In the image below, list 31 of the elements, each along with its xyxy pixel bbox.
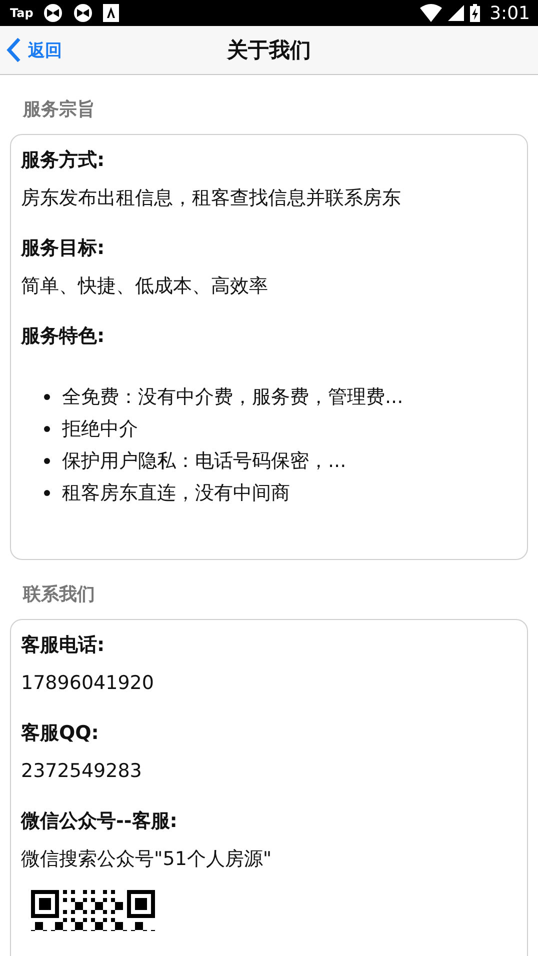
section-title: 服务宗旨 [22, 98, 96, 122]
back-button[interactable]: 返回 [6, 37, 62, 63]
section-title: 联系我们 [22, 583, 96, 607]
field-label: 服务目标: [21, 236, 106, 261]
field-label: 微信公众号--客服: [21, 809, 178, 834]
field-label: 客服QQ: [21, 721, 100, 746]
bullet-icon [44, 394, 50, 400]
list-item: 租客房东直连，没有中间商 [62, 481, 290, 506]
field-value: 2372549283 [21, 759, 143, 784]
app-label: Tap [10, 6, 34, 20]
list-item: 全免费：没有中介费，服务费，管理费... [62, 385, 404, 410]
notification-icon [103, 4, 120, 22]
bullet-icon [44, 458, 50, 464]
field-label: 服务特色: [21, 324, 106, 349]
field-value: 简单、快捷、低成本、高效率 [21, 274, 269, 299]
bullet-icon [44, 426, 50, 432]
list-item: 保护用户隐私：电话号码保密，... [62, 449, 346, 474]
list-item: 拒绝中介 [62, 417, 138, 442]
field-label: 客服电话: [21, 633, 106, 658]
field-value: 微信搜索公众号"51个人房源" [21, 847, 273, 872]
qr-code-icon [31, 890, 155, 931]
chevron-left-icon [6, 37, 22, 63]
field-value: 房东发布出租信息，租客查找信息并联系房东 [21, 186, 402, 211]
bullet-icon [44, 490, 50, 496]
signal-icon [448, 5, 464, 21]
field-label: 服务方式: [21, 148, 106, 173]
wifi-icon [420, 4, 442, 22]
battery-icon [470, 4, 480, 22]
clock-time: 3:01 [490, 2, 530, 24]
page-title: 关于我们 [227, 37, 311, 64]
field-value: 17896041920 [21, 671, 155, 696]
